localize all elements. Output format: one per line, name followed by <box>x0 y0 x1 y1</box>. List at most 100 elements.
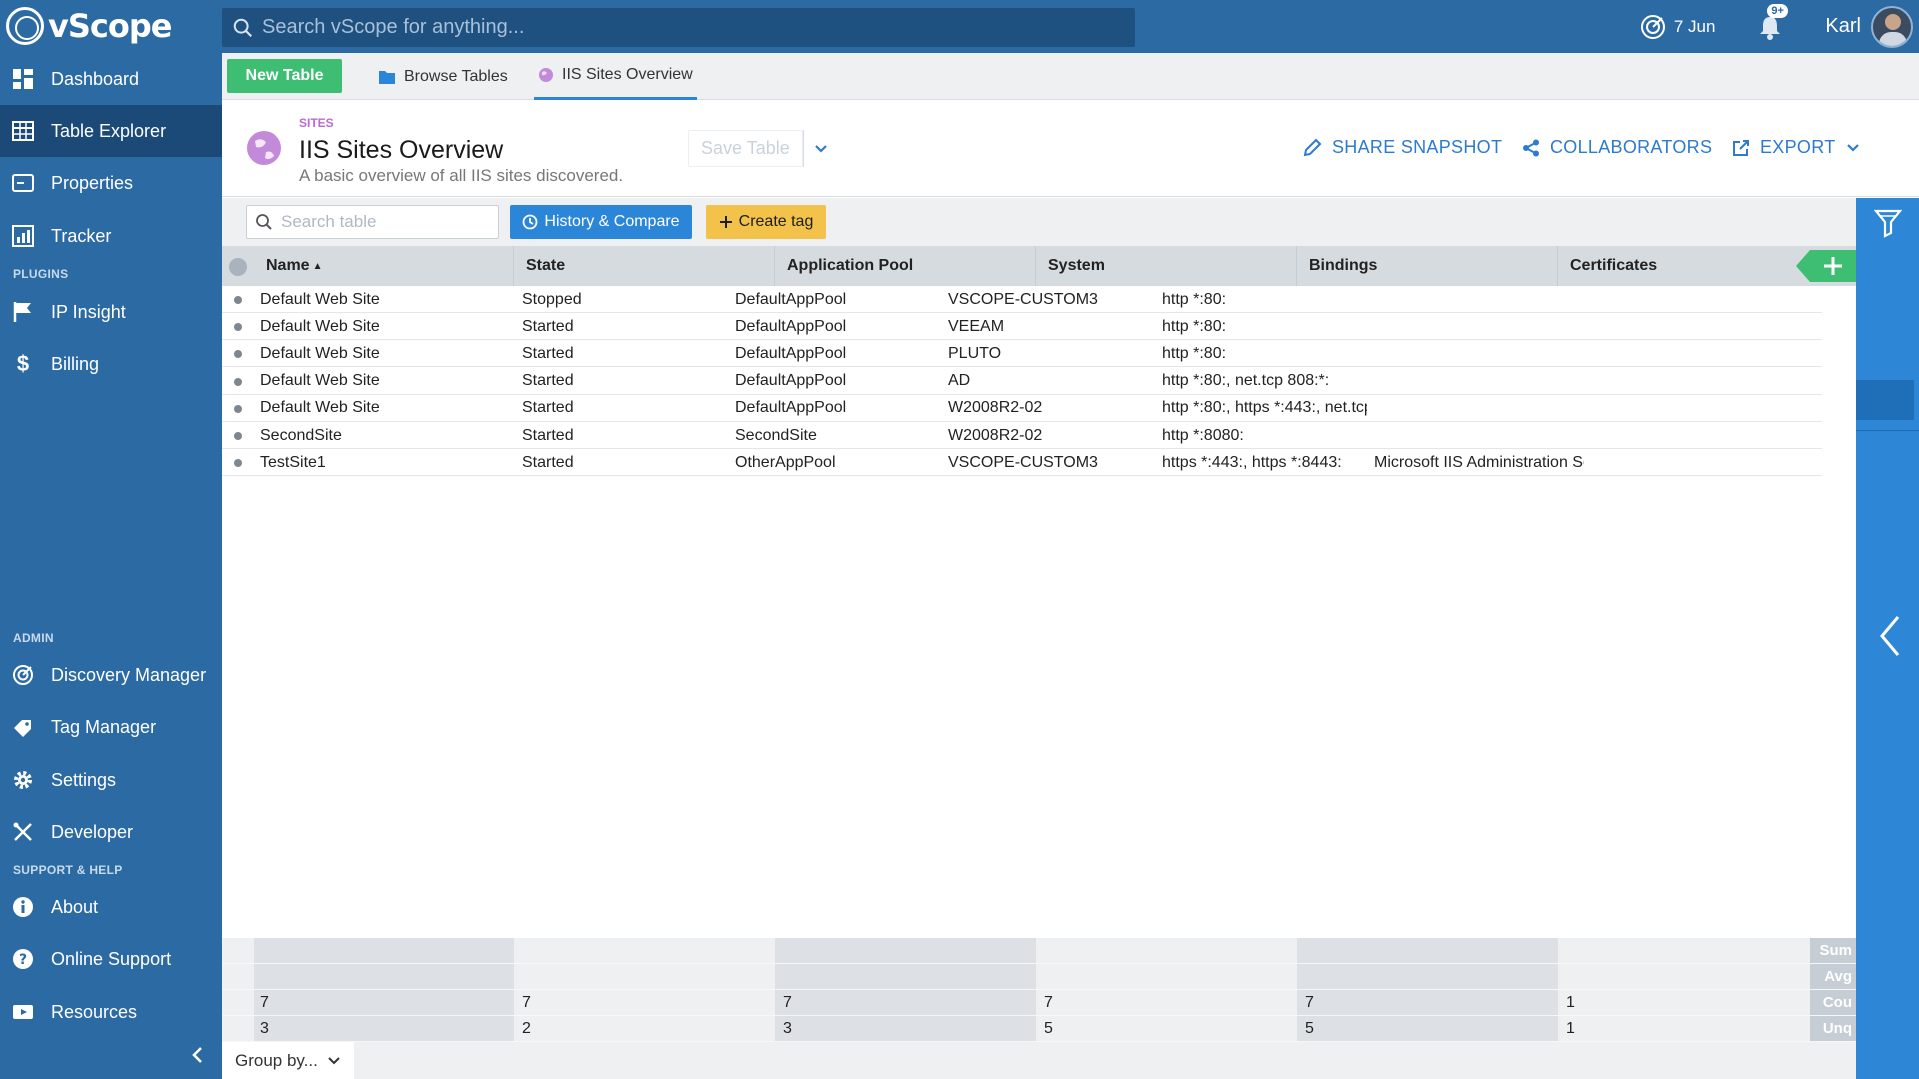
sidebar-item-label: Tag Manager <box>51 716 157 737</box>
support-heading: SUPPORT & HELP <box>13 863 123 877</box>
sort-ascending-icon[interactable]: ▲ <box>313 261 323 272</box>
chevron-left-icon <box>1880 616 1900 656</box>
export-button[interactable]: EXPORT <box>1732 137 1860 158</box>
history-compare-button[interactable]: History & Compare <box>510 205 692 239</box>
sidebar-item-label: IP Insight <box>51 301 126 322</box>
add-column-button[interactable] <box>1796 250 1856 282</box>
column-label: Application Pool <box>787 257 914 274</box>
table-cell: SecondSite <box>260 426 342 444</box>
table-cell: Started <box>522 317 574 335</box>
row-select-toggle[interactable] <box>234 296 242 304</box>
export-label: EXPORT <box>1760 137 1836 157</box>
sidebar-item-properties[interactable]: Properties <box>0 157 222 209</box>
group-by-select[interactable]: Group by... <box>222 1042 354 1079</box>
notifications-button[interactable]: 9+ <box>1755 3 1788 42</box>
tab-iis-sites-overview[interactable]: IIS Sites Overview <box>534 53 697 100</box>
table-cell: VSCOPE-CUSTOM3 <box>948 290 1098 308</box>
app-name: vScope <box>48 7 172 45</box>
user-name[interactable]: Karl <box>1825 15 1861 38</box>
select-all-toggle[interactable] <box>229 258 247 276</box>
sidebar-item-discovery-manager[interactable]: Discovery Manager <box>0 649 222 701</box>
new-table-button[interactable]: New Table <box>227 59 342 93</box>
column-header-application-pool[interactable]: Application Pool <box>775 246 1036 286</box>
table-row[interactable]: TestSite1 Started OtherAppPool VSCOPE-CUSTO… <box>222 449 1822 477</box>
table-row[interactable]: SecondSite Started SecondSite W2008R2-02 htt… <box>222 422 1822 449</box>
collaborators-button[interactable]: COLLABORATORS <box>1522 137 1712 158</box>
sidebar-item-resources[interactable]: Resources <box>0 986 222 1038</box>
sidebar-item-developer[interactable]: Developer <box>0 806 222 858</box>
sidebar-item-ip-insight[interactable]: IP Insight <box>0 286 222 338</box>
table-cell: http *:80:, https *:443:, net.tcp 80… <box>1162 399 1367 417</box>
row-select-toggle[interactable] <box>234 377 242 386</box>
expand-panel-button[interactable] <box>1878 614 1902 658</box>
global-search-input[interactable] <box>262 16 1122 39</box>
sidebar-item-about[interactable]: About <box>0 881 222 933</box>
table-cell <box>1374 313 1584 340</box>
save-options-dropdown[interactable] <box>802 130 839 167</box>
column-header-bindings[interactable]: Bindings <box>1297 246 1558 286</box>
sidebar-item-dashboard[interactable]: Dashboard <box>0 53 222 105</box>
sidebar-item-settings[interactable]: Settings <box>0 754 222 806</box>
app-logo[interactable]: vScope <box>6 7 172 45</box>
table-cell: Default Web Site <box>260 344 380 362</box>
panel-tab[interactable] <box>1856 380 1914 420</box>
table-row[interactable]: Default Web Site Started DefaultAppPool AD h… <box>222 368 1822 395</box>
sidebar-item-billing[interactable]: $ Billing <box>0 338 222 390</box>
table-cell: http *:80: <box>1162 317 1227 335</box>
collapse-sidebar-button[interactable] <box>188 1045 208 1065</box>
stats-label-count: Cou <box>1810 990 1856 1015</box>
sidebar-item-tag-manager[interactable]: Tag Manager <box>0 701 222 753</box>
column-label: System <box>1048 257 1105 274</box>
folder-icon <box>379 70 395 84</box>
sidebar-item-table-explorer[interactable]: Table Explorer <box>0 105 222 157</box>
column-header-certificates[interactable]: Certificates <box>1558 246 1798 286</box>
count-value: 1 <box>1566 994 1575 1011</box>
avatar[interactable] <box>1871 5 1913 48</box>
sidebar-item-tracker[interactable]: Tracker <box>0 210 222 262</box>
global-search[interactable] <box>222 8 1135 47</box>
table-row[interactable]: Default Web Site Started DefaultAppPool PLU… <box>222 340 1822 368</box>
count-value: 7 <box>522 994 531 1011</box>
count-value: 7 <box>783 994 792 1011</box>
table-search-input[interactable] <box>281 212 491 232</box>
sidebar-item-label: Tracker <box>51 225 112 246</box>
tab-browse-tables[interactable]: Browse Tables <box>378 53 508 100</box>
tab-label: IIS Sites Overview <box>562 66 693 83</box>
globe-icon <box>247 131 281 165</box>
sidebar-item-label: Developer <box>51 821 134 842</box>
chevron-down-icon <box>1846 143 1859 152</box>
table-row[interactable]: Default Web Site Started DefaultAppPool W20… <box>222 395 1822 422</box>
save-table-button[interactable]: Save Table <box>688 130 803 167</box>
sidebar-item-online-support[interactable]: ? Online Support <box>0 933 222 985</box>
table-cell: PLUTO <box>948 344 1002 362</box>
share-icon <box>1523 139 1539 156</box>
row-select-toggle[interactable] <box>234 404 242 413</box>
row-select-toggle[interactable] <box>234 432 242 440</box>
column-header-system[interactable]: System <box>1036 246 1297 286</box>
table-row[interactable]: Default Web Site Started DefaultAppPool VEE… <box>222 313 1822 341</box>
share-label: SHARE SNAPSHOT <box>1332 137 1503 157</box>
globe-icon <box>539 68 553 82</box>
create-tag-button[interactable]: Create tag <box>706 205 826 239</box>
table-cell: SecondSite <box>735 426 817 444</box>
table-cell <box>1374 286 1584 313</box>
discovery-date[interactable]: 7 Jun <box>1640 14 1715 40</box>
column-header-state[interactable]: State <box>514 246 775 286</box>
table-cell: Stopped <box>522 290 582 308</box>
sidebar-item-label: Discovery Manager <box>51 664 207 685</box>
table-search[interactable] <box>246 205 499 239</box>
table-cell: DefaultAppPool <box>735 372 847 390</box>
count-value: 7 <box>1044 994 1053 1011</box>
table-row[interactable]: Default Web Site Stopped DefaultAppPool VSC… <box>222 286 1822 313</box>
row-select-toggle[interactable] <box>234 459 242 468</box>
table-cell: Started <box>522 426 574 444</box>
sidebar-item-label: Table Explorer <box>51 120 167 141</box>
sidebar-item-label: Resources <box>51 1001 138 1022</box>
stats-label-avg: Avg <box>1810 964 1856 989</box>
row-select-toggle[interactable] <box>234 323 242 332</box>
row-select-toggle[interactable] <box>234 350 242 359</box>
share-snapshot-button[interactable]: SHARE SNAPSHOT <box>1302 137 1502 158</box>
filter-panel-button[interactable] <box>1856 198 1919 248</box>
page-title: IIS Sites Overview <box>299 136 504 164</box>
column-header-name[interactable]: Name ▲ <box>254 246 514 286</box>
